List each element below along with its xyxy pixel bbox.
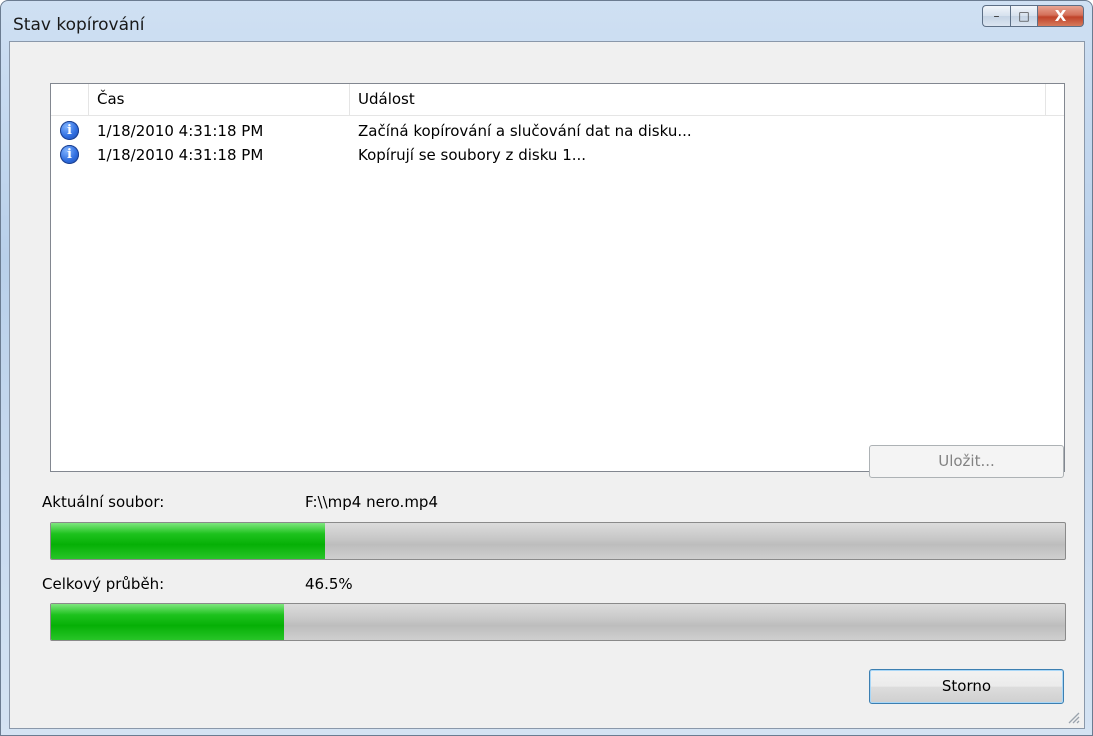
total-progress-fill (51, 604, 285, 640)
column-header-event[interactable]: Událost (350, 84, 1046, 115)
dialog-window: Stav kopírování – □ X Čas Událost i 1/18… (0, 0, 1093, 736)
close-icon: X (1054, 7, 1067, 25)
event-time: 1/18/2010 4:31:18 PM (97, 146, 264, 164)
list-header: Čas Událost (51, 84, 1064, 116)
minimize-icon: – (993, 9, 1000, 23)
total-progress-label: Celkový průběh: (42, 575, 165, 593)
cancel-button[interactable]: Storno (869, 669, 1064, 704)
maximize-icon: □ (1018, 9, 1030, 23)
window-title: Stav kopírování (13, 15, 145, 35)
list-item[interactable]: i 1/18/2010 4:31:18 PM Kopírují se soubo… (51, 143, 1064, 167)
current-file-label: Aktuální soubor: (42, 493, 165, 511)
minimize-button[interactable]: – (982, 5, 1010, 27)
close-button[interactable]: X (1038, 5, 1084, 27)
info-icon: i (60, 145, 79, 164)
column-header-icon (51, 84, 89, 115)
event-log-list[interactable]: Čas Událost i 1/18/2010 4:31:18 PM Začín… (50, 83, 1065, 472)
current-file-progress-fill (51, 523, 325, 559)
list-item[interactable]: i 1/18/2010 4:31:18 PM Začíná kopírování… (51, 119, 1064, 143)
resize-grip-icon[interactable] (1066, 710, 1080, 724)
caption-buttons: – □ X (982, 5, 1084, 29)
total-progress-bar (50, 603, 1066, 641)
event-text: Začíná kopírování a slučování dat na dis… (358, 122, 692, 140)
current-file-progress-bar (50, 522, 1066, 560)
info-icon: i (60, 121, 79, 140)
dialog-client-area: Čas Událost i 1/18/2010 4:31:18 PM Začín… (9, 41, 1085, 729)
event-time: 1/18/2010 4:31:18 PM (97, 122, 264, 140)
event-text: Kopírují se soubory z disku 1... (358, 146, 587, 164)
total-progress-value: 46.5% (305, 575, 353, 593)
current-file-value: F:\\mp4 nero.mp4 (305, 493, 439, 511)
column-header-time[interactable]: Čas (89, 84, 350, 115)
maximize-button[interactable]: □ (1010, 5, 1038, 27)
save-button[interactable]: Uložit... (869, 445, 1064, 478)
